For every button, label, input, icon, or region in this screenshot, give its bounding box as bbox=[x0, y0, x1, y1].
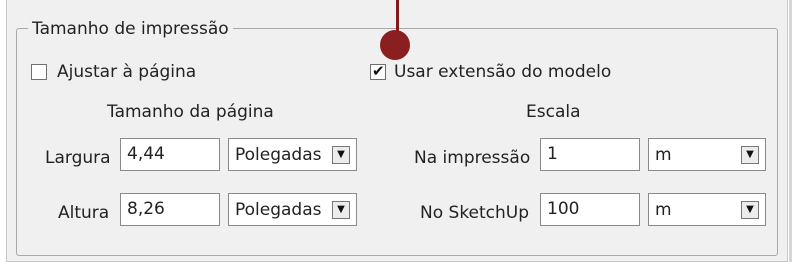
width-unit-select[interactable]: Polegadas ▼ bbox=[228, 138, 357, 171]
scale-heading: Escala bbox=[526, 102, 581, 122]
group-title: Tamanho de impressão bbox=[28, 19, 233, 39]
width-input[interactable]: 4,44 bbox=[120, 138, 220, 171]
height-unit-select[interactable]: Polegadas ▼ bbox=[228, 193, 357, 226]
chevron-down-icon[interactable]: ▼ bbox=[332, 145, 350, 164]
use-model-extents-checkbox[interactable]: ✔ bbox=[370, 62, 386, 80]
use-model-extents-label: Usar extensão do modelo bbox=[394, 62, 612, 82]
model-scale-input[interactable]: 100 bbox=[540, 193, 640, 226]
height-input[interactable]: 8,26 bbox=[120, 193, 220, 226]
chevron-down-icon[interactable]: ▼ bbox=[741, 200, 759, 219]
height-unit-value: Polegadas bbox=[235, 199, 322, 220]
chevron-down-icon[interactable]: ▼ bbox=[741, 145, 759, 164]
width-label: Largura bbox=[45, 148, 111, 168]
height-label: Altura bbox=[58, 203, 110, 223]
annotation-pointer-line bbox=[396, 0, 399, 34]
model-scale-unit-select[interactable]: m ▼ bbox=[648, 193, 766, 226]
model-scale-unit-value: m bbox=[655, 199, 672, 220]
print-scale-unit-value: m bbox=[655, 144, 672, 165]
model-scale-label: No SketchUp bbox=[420, 203, 530, 223]
dialog-edge bbox=[789, 0, 792, 262]
print-scale-unit-select[interactable]: m ▼ bbox=[648, 138, 766, 171]
fit-page-option[interactable]: Ajustar à página bbox=[31, 62, 196, 82]
fit-page-label: Ajustar à página bbox=[57, 62, 197, 82]
width-unit-value: Polegadas bbox=[235, 144, 322, 165]
use-model-extents-option[interactable]: ✔ Usar extensão do modelo bbox=[370, 62, 611, 82]
print-scale-input[interactable]: 1 bbox=[540, 138, 640, 171]
fit-page-checkbox[interactable] bbox=[31, 64, 47, 80]
page-size-heading: Tamanho da página bbox=[107, 102, 274, 122]
chevron-down-icon[interactable]: ▼ bbox=[332, 200, 350, 219]
annotation-marker-dot bbox=[380, 30, 410, 60]
checkmark-icon: ✔ bbox=[372, 62, 385, 80]
print-scale-label: Na impressão bbox=[414, 148, 531, 168]
